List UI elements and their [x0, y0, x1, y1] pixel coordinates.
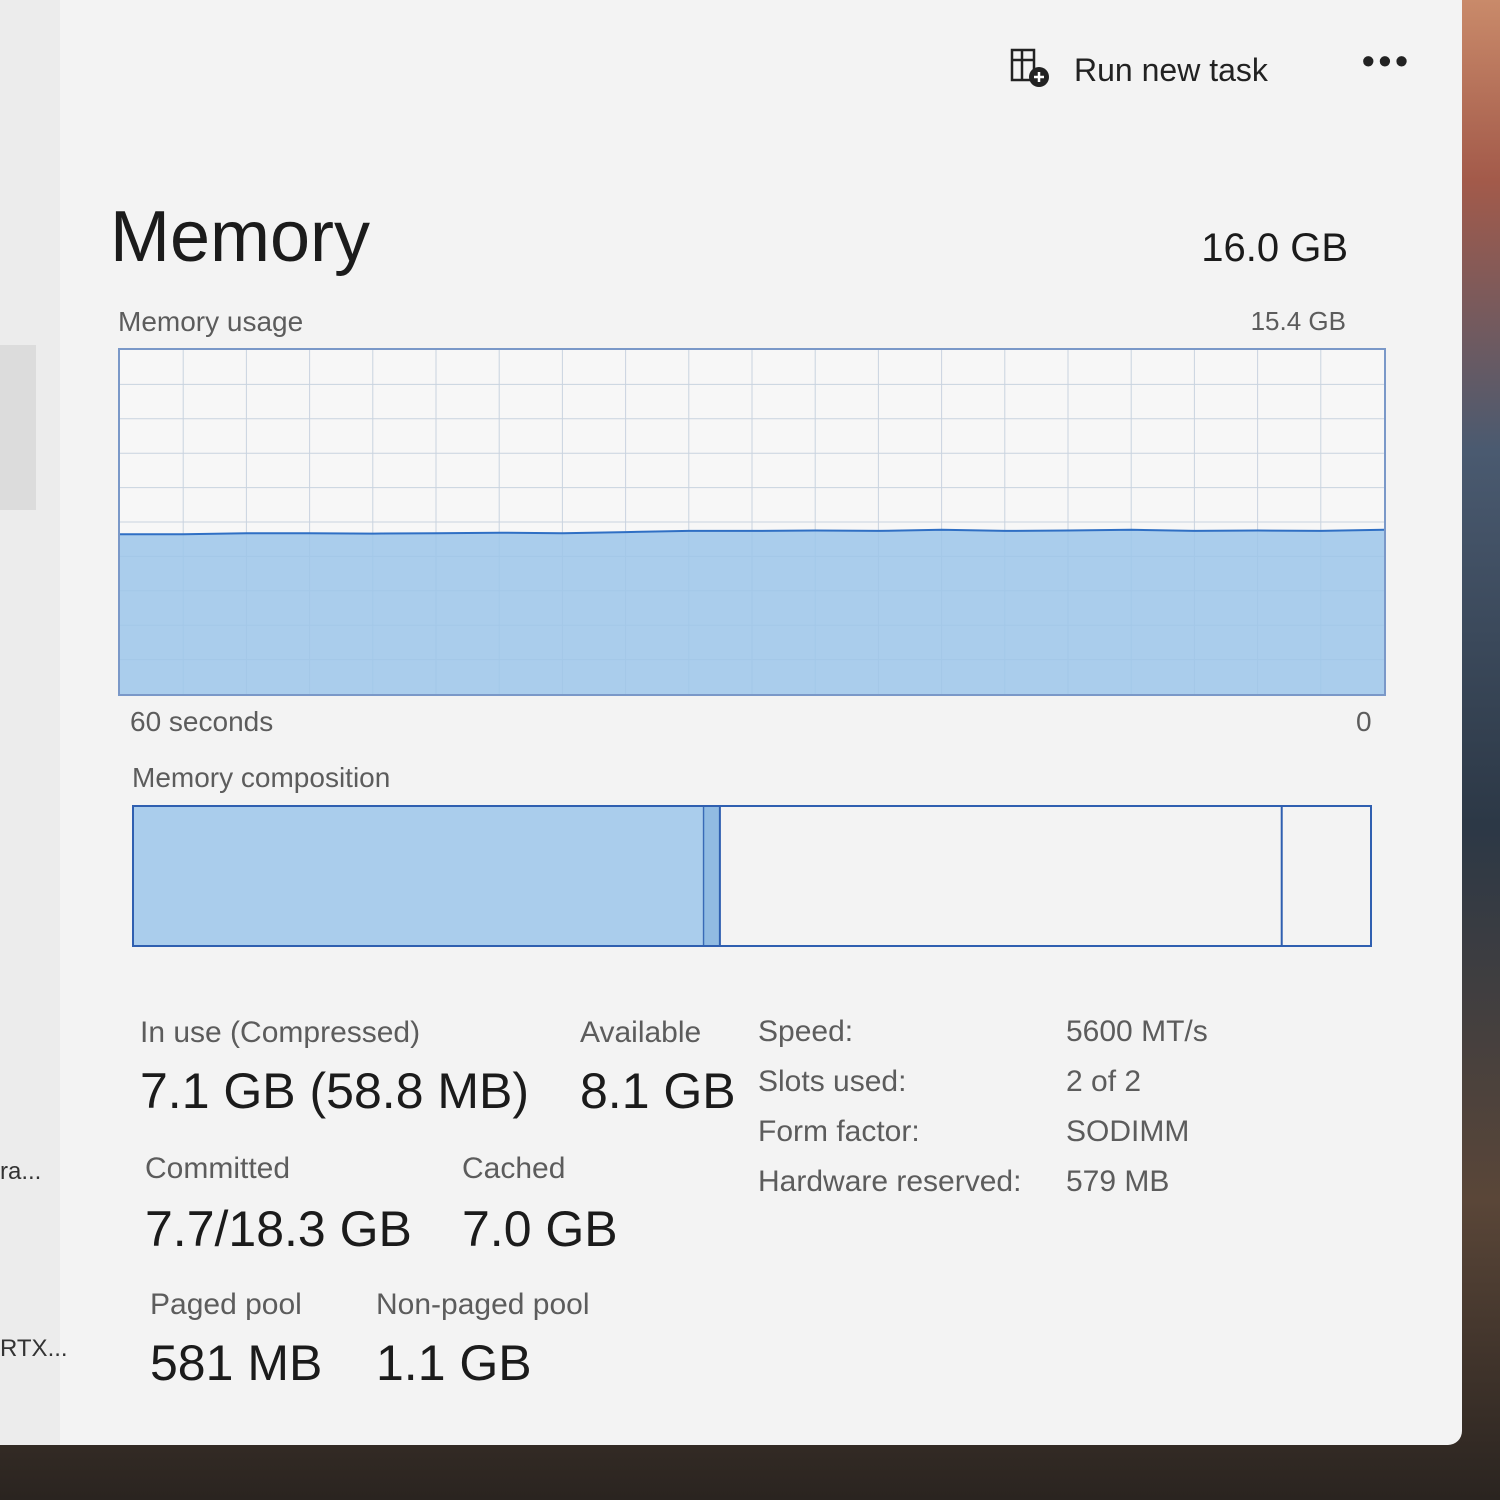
spec-speed-value: 5600 MT/s	[1066, 1015, 1208, 1048]
in-use-value: 7.1 GB (58.8 MB)	[140, 1063, 530, 1119]
composition-standby-segment[interactable]	[720, 807, 1282, 945]
sidebar	[0, 0, 60, 1445]
sidebar-item-selected[interactable]	[0, 345, 36, 510]
memory-usage-area	[120, 529, 1384, 694]
graph-axis-right: 0	[1356, 706, 1372, 737]
memory-usage-graph	[118, 348, 1386, 696]
more-options-icon[interactable]: •••	[1362, 40, 1412, 82]
run-task-icon	[1008, 46, 1052, 95]
spec-hardware-reserved-value: 579 MB	[1066, 1165, 1170, 1198]
composition-free-segment[interactable]	[1282, 807, 1370, 945]
memory-usage-label: Memory usage	[118, 306, 304, 337]
spec-form-factor-value: SODIMM	[1066, 1115, 1190, 1148]
committed-value: 7.7/18.3 GB	[145, 1201, 412, 1257]
spec-slots-value: 2 of 2	[1066, 1065, 1142, 1098]
task-manager-window: ra... RTX... Run new task ••• Memory 16.…	[0, 0, 1462, 1445]
memory-usage-chart	[120, 350, 1385, 694]
graph-axis-left: 60 seconds	[130, 706, 274, 737]
sidebar-item-label[interactable]: ra...	[0, 1158, 41, 1186]
memory-composition-label: Memory composition	[132, 762, 391, 793]
page-title: Memory	[110, 197, 371, 277]
spec-form-factor-label: Form factor:	[758, 1115, 920, 1148]
cached-label: Cached	[462, 1152, 566, 1185]
non-paged-pool-label: Non-paged pool	[376, 1288, 590, 1321]
available-label: Available	[580, 1016, 702, 1049]
composition-in-use-segment[interactable]	[134, 807, 704, 945]
memory-composition-chart	[134, 807, 1370, 945]
spec-hardware-reserved-label: Hardware reserved:	[758, 1165, 1022, 1198]
run-new-task-label: Run new task	[1074, 52, 1268, 88]
non-paged-pool-value: 1.1 GB	[376, 1335, 532, 1391]
in-use-label: In use (Compressed)	[140, 1016, 421, 1049]
memory-usage-max: 15.4 GB	[1250, 306, 1346, 336]
spec-speed-label: Speed:	[758, 1015, 854, 1048]
available-value: 8.1 GB	[580, 1063, 736, 1119]
cached-value: 7.0 GB	[462, 1201, 618, 1257]
total-memory: 16.0 GB	[1201, 226, 1348, 270]
paged-pool-value: 581 MB	[150, 1335, 323, 1391]
run-new-task-button[interactable]: Run new task	[1008, 46, 1268, 95]
spec-slots-label: Slots used:	[758, 1065, 907, 1098]
memory-composition-bar	[132, 805, 1372, 947]
committed-label: Committed	[145, 1152, 291, 1185]
paged-pool-label: Paged pool	[150, 1288, 302, 1321]
composition-modified-segment[interactable]	[703, 807, 720, 945]
sidebar-item-label[interactable]: RTX...	[0, 1335, 68, 1363]
